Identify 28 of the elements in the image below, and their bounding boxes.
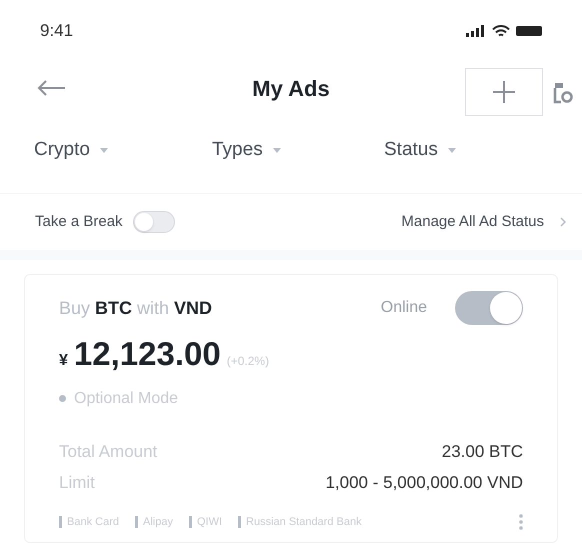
filter-dropdown[interactable]: Crypto: [34, 136, 212, 164]
dot-icon: [59, 395, 66, 402]
filter-dropdown[interactable]: Types: [212, 136, 384, 164]
caret-icon: [448, 148, 456, 152]
status-time: 9:41: [40, 20, 74, 42]
add-icon: [493, 81, 515, 103]
signal-icon: [466, 25, 486, 37]
filter-dropdown[interactable]: Status: [384, 136, 534, 164]
manage-status-link[interactable]: Manage All Ad Status: [401, 210, 566, 234]
battery-icon: [516, 25, 542, 37]
page-title: My Ads: [252, 76, 330, 100]
more-options-icon[interactable]: [519, 514, 523, 530]
ad-title: Buy BTC with VND: [59, 296, 212, 320]
online-label: Online: [380, 298, 427, 318]
detail-value: 1,000 - 5,000,000.00 VND: [325, 472, 523, 494]
toggle-switch[interactable]: [455, 291, 523, 325]
detail-value: 23.00 BTC: [442, 440, 523, 462]
wifi-icon: [492, 24, 510, 38]
add-button[interactable]: [465, 68, 543, 116]
history-icon[interactable]: [553, 82, 573, 104]
caret-icon: [272, 148, 281, 152]
toggle-switch[interactable]: [132, 211, 175, 233]
ad-price: 12,123.00: [74, 334, 221, 374]
take-break-label: Take a Break: [35, 212, 123, 232]
back-arrow-icon[interactable]: [36, 79, 66, 97]
caret-icon: [100, 148, 108, 152]
chevron-right-icon: [560, 217, 566, 227]
currency-symbol: ¥: [59, 351, 68, 371]
